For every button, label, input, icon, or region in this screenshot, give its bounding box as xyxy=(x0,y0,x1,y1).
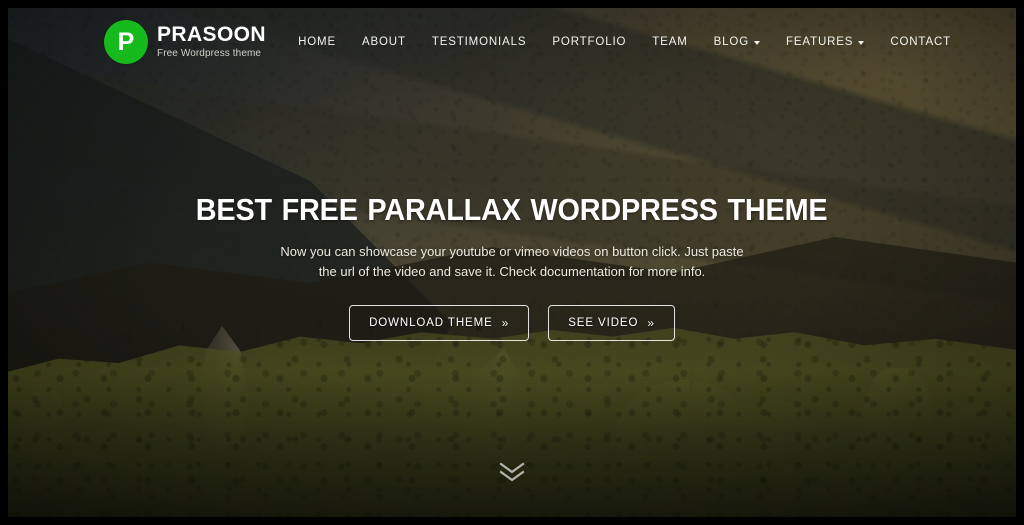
nav-item-about[interactable]: ABOUT xyxy=(349,28,419,56)
double-chevron-right-icon: » xyxy=(647,316,655,331)
brand-name: PRASOON xyxy=(157,22,266,46)
chevron-down-icon xyxy=(858,40,865,45)
nav-item-label: TESTIMONIALS xyxy=(431,36,527,48)
nav-item-label: HOME xyxy=(298,36,336,48)
nav-item-label: ABOUT xyxy=(361,36,406,48)
brand-text: PRASOON Free Wordpress theme xyxy=(157,22,266,60)
nav-item-label: FEATURES xyxy=(786,36,854,48)
nav-item-contact[interactable]: CONTACT xyxy=(877,28,964,56)
nav-item-testimonials[interactable]: TESTIMONIALS xyxy=(419,28,540,56)
brand-tagline: Free Wordpress theme xyxy=(157,48,262,60)
page-frame: P PRASOON Free Wordpress theme HOME ABOU… xyxy=(0,0,1024,525)
double-chevron-right-icon: » xyxy=(501,316,510,331)
nav-item-home[interactable]: HOME xyxy=(285,28,349,56)
chevron-down-icon xyxy=(499,462,525,482)
hero-subtitle: Now you can showcase your youtube or vim… xyxy=(280,243,744,279)
nav-item-label: BLOG xyxy=(713,36,750,48)
brand-logo[interactable]: P PRASOON Free Wordpress theme xyxy=(104,20,266,64)
nav-menu: HOME ABOUT TESTIMONIALS PORTFOLIO TEAM B… xyxy=(285,28,964,56)
logo-icon: P xyxy=(104,20,148,64)
nav-item-features[interactable]: FEATURES xyxy=(773,28,877,56)
hero-title: BEST FREE PARALLAX WORDPRESS THEME xyxy=(196,192,828,227)
nav-item-portfolio[interactable]: PORTFOLIO xyxy=(539,28,639,56)
download-theme-button[interactable]: DOWNLOAD THEME » xyxy=(349,305,530,342)
nav-item-label: TEAM xyxy=(652,36,688,48)
hero-content: BEST FREE PARALLAX WORDPRESS THEME Now y… xyxy=(8,8,1016,517)
see-video-label: SEE VIDEO xyxy=(568,317,639,330)
download-theme-label: DOWNLOAD THEME xyxy=(369,317,493,330)
scroll-down-button[interactable] xyxy=(497,461,527,483)
chevron-down-icon xyxy=(754,40,761,45)
nav-item-label: CONTACT xyxy=(890,36,951,48)
see-video-button[interactable]: SEE VIDEO » xyxy=(548,305,675,342)
nav-item-label: PORTFOLIO xyxy=(552,36,627,48)
nav-item-blog[interactable]: BLOG xyxy=(701,28,773,56)
hero-action-buttons: DOWNLOAD THEME » SEE VIDEO » xyxy=(349,305,675,342)
main-navbar: P PRASOON Free Wordpress theme HOME ABOU… xyxy=(8,8,1016,76)
nav-item-team[interactable]: TEAM xyxy=(639,28,700,56)
hero-section: P PRASOON Free Wordpress theme HOME ABOU… xyxy=(8,8,1016,517)
